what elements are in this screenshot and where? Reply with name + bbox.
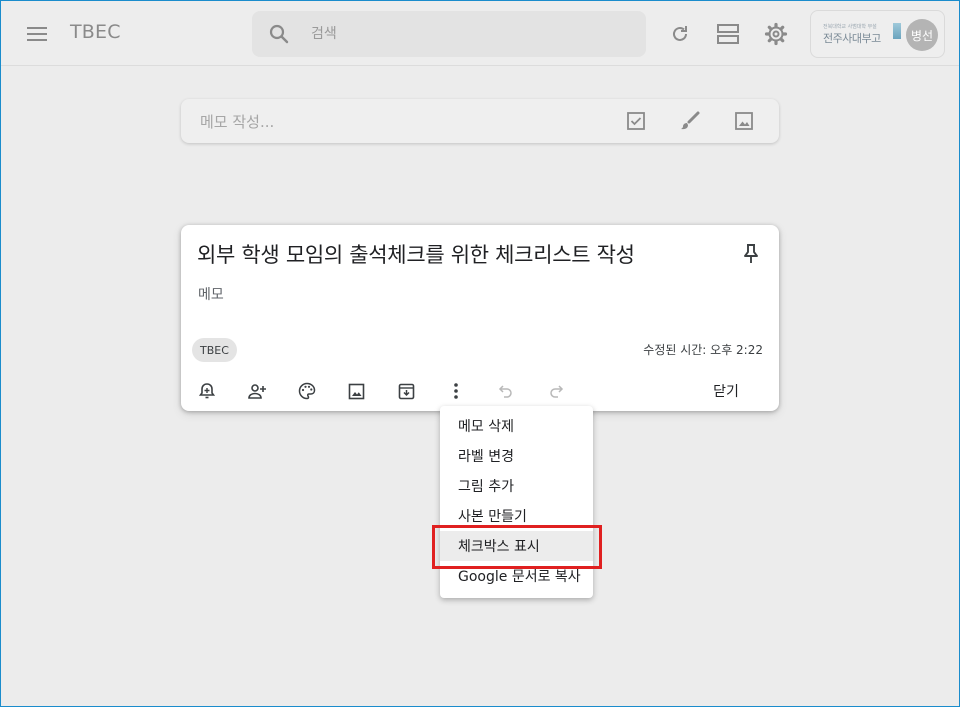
add-image-button[interactable] [341, 376, 371, 406]
undo-icon [498, 385, 512, 398]
keep-window: TBEC 전북대학교 사범대학 부설 전주사대부고 병선 [0, 0, 960, 707]
note-title[interactable]: 외부 학생 모임의 출석체크를 위한 체크리스트 작성 [197, 239, 717, 269]
new-drawing-button[interactable] [677, 108, 703, 134]
app-title[interactable]: TBEC [70, 21, 121, 43]
menu-item-delete-note[interactable]: 메모 삭제 [440, 411, 593, 441]
redo-icon [550, 385, 564, 398]
list-view-icon [717, 24, 739, 44]
menu-item-copy-to-google-docs[interactable]: Google 문서로 복사 [440, 561, 593, 591]
edited-time: 수정된 시간: 오후 2:22 [643, 343, 763, 357]
hamburger-menu-icon [27, 27, 47, 41]
checkbox-icon [627, 112, 645, 130]
menu-item-make-copy[interactable]: 사본 만들기 [440, 501, 593, 531]
new-image-note-button[interactable] [731, 108, 757, 134]
organization-name: 전주사대부고 [823, 32, 881, 45]
open-note-editor: 외부 학생 모임의 출석체크를 위한 체크리스트 작성 메모 TBEC 수정된 … [181, 225, 779, 411]
take-note-input[interactable] [198, 109, 582, 135]
list-view-button[interactable] [708, 14, 748, 54]
close-button[interactable]: 닫기 [693, 377, 759, 405]
refresh-button[interactable] [661, 14, 699, 54]
settings-button[interactable] [756, 14, 796, 54]
search-box[interactable] [252, 11, 646, 57]
more-vertical-icon [454, 383, 458, 399]
redo-button[interactable] [541, 376, 571, 406]
top-bar: TBEC 전북대학교 사범대학 부설 전주사대부고 병선 [1, 1, 959, 66]
more-options-menu: 메모 삭제 라벨 변경 그림 추가 사본 만들기 체크박스 표시 Google … [440, 406, 593, 598]
menu-item-add-drawing[interactable]: 그림 추가 [440, 471, 593, 501]
collaborator-button[interactable] [242, 376, 272, 406]
image-icon [735, 112, 753, 130]
bell-plus-icon [198, 383, 216, 399]
brush-icon [681, 111, 700, 130]
image-icon [348, 383, 364, 399]
search-icon[interactable] [268, 23, 290, 49]
account-avatar[interactable]: 병선 [906, 19, 938, 51]
new-list-button[interactable] [623, 108, 649, 134]
gear-icon [764, 22, 788, 46]
note-body[interactable]: 메모 [198, 284, 224, 304]
remind-me-button[interactable] [192, 376, 222, 406]
pin-icon [744, 244, 758, 263]
organization-logo[interactable]: 전북대학교 사범대학 부설 전주사대부고 [821, 21, 903, 47]
refresh-icon [673, 26, 687, 41]
menu-item-change-labels[interactable]: 라벨 변경 [440, 441, 593, 471]
pin-button[interactable] [737, 240, 765, 268]
organization-subtext: 전북대학교 사범대학 부설 [823, 24, 877, 30]
search-input[interactable] [309, 21, 613, 47]
more-options-button[interactable] [441, 376, 471, 406]
account-area: 전북대학교 사범대학 부설 전주사대부고 병선 [810, 10, 945, 58]
undo-button[interactable] [491, 376, 521, 406]
label-chip[interactable]: TBEC [192, 338, 237, 362]
archive-button[interactable] [391, 376, 421, 406]
palette-icon [298, 382, 316, 400]
person-add-icon [248, 384, 266, 399]
background-options-button[interactable] [292, 376, 322, 406]
menu-item-show-checkboxes[interactable]: 체크박스 표시 [440, 531, 593, 561]
take-note-bar[interactable] [181, 99, 779, 143]
main-menu-button[interactable] [17, 14, 57, 54]
archive-icon [398, 383, 414, 399]
organization-emblem-icon [893, 23, 901, 39]
